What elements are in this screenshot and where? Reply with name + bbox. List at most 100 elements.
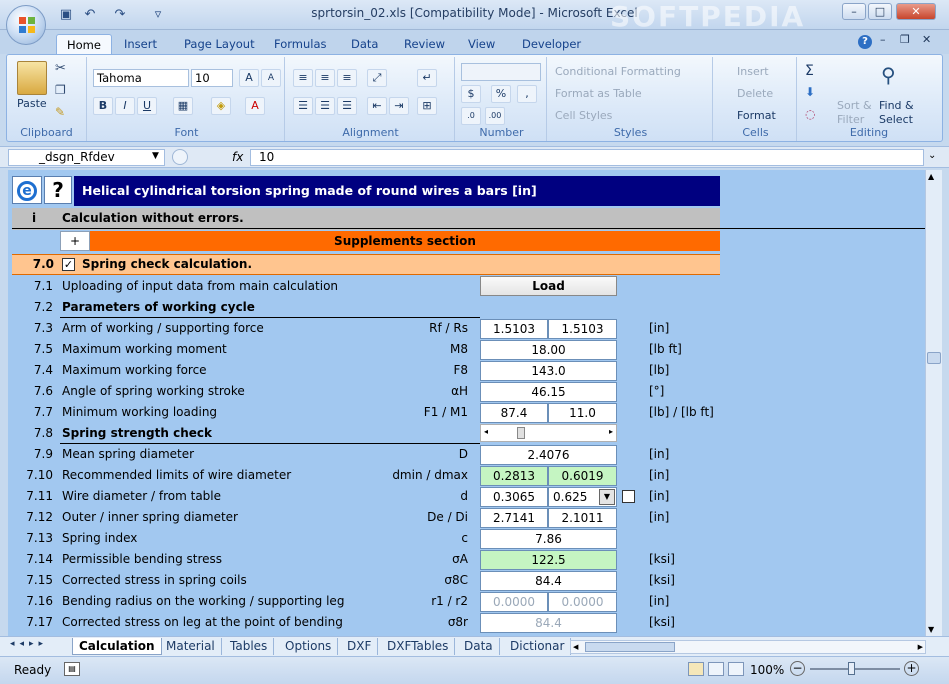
italic-button[interactable]: I: [115, 97, 135, 115]
sheet-tab-dictionary[interactable]: Dictionar: [504, 638, 572, 655]
align-middle-icon[interactable]: ≡: [315, 69, 335, 87]
dropdown-arrow-icon[interactable]: ▼: [599, 489, 615, 505]
help-icon[interactable]: ?: [858, 35, 872, 49]
sheet-nav-arrows-icon[interactable]: ◂◂▸▸: [10, 639, 48, 649]
orientation-icon[interactable]: ⤢: [367, 69, 387, 87]
value-cell[interactable]: 1.5103: [480, 319, 548, 339]
load-button[interactable]: Load: [480, 276, 617, 296]
comma-button[interactable]: ,: [517, 85, 537, 103]
normal-view-icon[interactable]: [688, 662, 704, 676]
zoom-out-icon[interactable]: −: [790, 661, 805, 676]
fill-color-icon[interactable]: ◈: [211, 97, 231, 115]
copy-icon[interactable]: ❐: [55, 83, 66, 97]
page-break-view-icon[interactable]: [728, 662, 744, 676]
borders-icon[interactable]: ▦: [173, 97, 193, 115]
delete-cells-button[interactable]: Delete: [737, 87, 773, 100]
name-box[interactable]: _dsgn_Rfdev: [8, 149, 165, 166]
scroll-left-icon[interactable]: ◂: [484, 427, 488, 436]
redo-icon[interactable]: ↷: [112, 7, 128, 23]
decrease-decimal-icon[interactable]: .00: [485, 107, 505, 125]
minimize-button[interactable]: –: [842, 3, 866, 20]
currency-button[interactable]: $: [461, 85, 481, 103]
value-cell[interactable]: 2.1011: [548, 508, 617, 528]
scroll-right-icon[interactable]: ▸: [609, 427, 613, 436]
worksheet[interactable]: e ? Helical cylindrical torsion spring m…: [8, 170, 925, 636]
shrink-font-icon[interactable]: A: [261, 69, 281, 87]
sheet-tab-calculation[interactable]: Calculation: [72, 638, 162, 655]
autosum-button[interactable]: Σ: [805, 63, 814, 79]
underline-button[interactable]: U: [137, 97, 157, 115]
value-cell[interactable]: 84.4: [480, 613, 617, 633]
close-button[interactable]: ✕: [896, 3, 936, 20]
zoom-level[interactable]: 100%: [750, 663, 784, 677]
align-center-icon[interactable]: ☰: [315, 97, 335, 115]
workbook-restore-icon[interactable]: ❐: [900, 33, 910, 46]
save-icon[interactable]: ▣: [58, 7, 74, 23]
value-cell[interactable]: 0.6019: [548, 466, 617, 486]
formula-input[interactable]: 10: [250, 149, 924, 166]
maximize-button[interactable]: □: [868, 3, 892, 20]
vertical-scrollbar[interactable]: ▲ ▼: [925, 170, 942, 636]
tab-developer[interactable]: Developer: [512, 34, 591, 54]
format-as-table-button[interactable]: Format as Table: [555, 87, 642, 100]
paste-button[interactable]: Paste: [17, 97, 47, 110]
scroll-up-icon[interactable]: ▲: [928, 172, 934, 181]
decrease-indent-icon[interactable]: ⇤: [367, 97, 387, 115]
tab-data[interactable]: Data: [341, 34, 388, 54]
zoom-in-icon[interactable]: +: [904, 661, 919, 676]
increase-indent-icon[interactable]: ⇥: [389, 97, 409, 115]
value-cell[interactable]: 122.5: [480, 550, 617, 570]
scroll-down-icon[interactable]: ▼: [928, 625, 934, 634]
paste-icon[interactable]: [17, 61, 47, 95]
value-cell[interactable]: 7.86: [480, 529, 617, 549]
align-left-icon[interactable]: ☰: [293, 97, 313, 115]
filter-button[interactable]: Filter: [837, 113, 864, 126]
tab-formulas[interactable]: Formulas: [264, 34, 337, 54]
wire-table-select[interactable]: 0.625 ▼: [548, 487, 617, 507]
value-cell[interactable]: 0.2813: [480, 466, 548, 486]
font-color-icon[interactable]: A: [245, 97, 265, 115]
customize-qat-icon[interactable]: ▿: [150, 7, 166, 23]
adjust-scrollbar[interactable]: ◂ ▸: [480, 424, 617, 442]
merge-center-icon[interactable]: ⊞: [417, 97, 437, 115]
tab-view[interactable]: View: [458, 34, 505, 54]
percent-button[interactable]: %: [491, 85, 511, 103]
vertical-scroll-thumb[interactable]: [927, 352, 941, 364]
undo-icon[interactable]: ↶: [82, 7, 98, 23]
section-checkbox[interactable]: ✓: [62, 258, 75, 271]
wrap-text-icon[interactable]: ↵: [417, 69, 437, 87]
macro-record-icon[interactable]: ▤: [64, 662, 80, 676]
supplements-section-bar[interactable]: Supplements section: [90, 231, 720, 251]
value-cell[interactable]: 87.4: [480, 403, 548, 423]
font-family-select[interactable]: Tahoma: [93, 69, 189, 87]
sheet-tab-dxftables[interactable]: DXFTables: [381, 638, 456, 655]
expand-supplements-button[interactable]: +: [60, 231, 90, 251]
name-box-dropdown-icon[interactable]: ▼: [152, 151, 159, 161]
conditional-formatting-button[interactable]: Conditional Formatting: [555, 65, 681, 78]
page-layout-view-icon[interactable]: [708, 662, 724, 676]
insert-function-button[interactable]: fx: [232, 150, 243, 164]
hscroll-left-icon[interactable]: ◀: [573, 643, 578, 651]
insert-cells-button[interactable]: Insert: [737, 65, 769, 78]
hscroll-right-icon[interactable]: ▶: [918, 643, 923, 651]
align-right-icon[interactable]: ☰: [337, 97, 357, 115]
horizontal-scrollbar[interactable]: ◀ ▶: [570, 640, 926, 654]
value-cell[interactable]: 0.3065: [480, 487, 548, 507]
value-cell[interactable]: 84.4: [480, 571, 617, 591]
office-button[interactable]: [6, 5, 46, 45]
bold-button[interactable]: B: [93, 97, 113, 115]
value-cell[interactable]: 2.4076: [480, 445, 617, 465]
number-format-select[interactable]: [461, 63, 541, 81]
tab-page-layout[interactable]: Page Layout: [174, 34, 265, 54]
find-icon[interactable]: ⚲: [881, 63, 896, 87]
value-cell[interactable]: 46.15: [480, 382, 617, 402]
formula-bar-handle-icon[interactable]: [172, 149, 188, 165]
sheet-tab-options[interactable]: Options: [279, 638, 339, 655]
font-size-select[interactable]: 10: [191, 69, 233, 87]
cell-styles-button[interactable]: Cell Styles: [555, 109, 612, 122]
tab-home[interactable]: Home: [56, 34, 112, 54]
sheet-tab-tables[interactable]: Tables: [224, 638, 275, 655]
hscroll-thumb[interactable]: [585, 642, 675, 652]
value-cell[interactable]: 11.0: [548, 403, 617, 423]
fill-icon[interactable]: ⬇: [805, 85, 815, 99]
